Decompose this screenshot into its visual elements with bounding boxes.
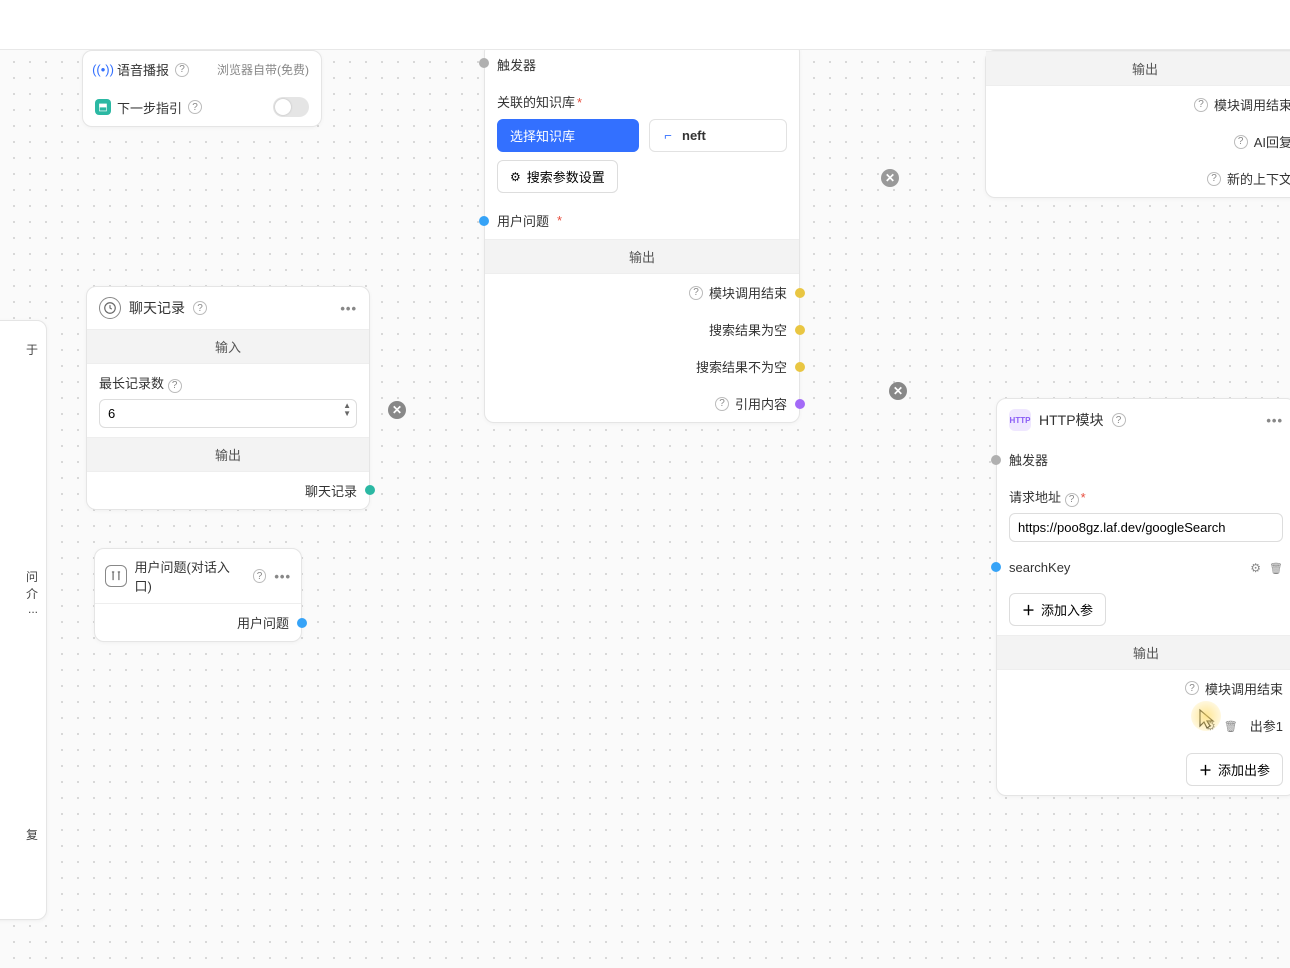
help-icon[interactable]: ? bbox=[253, 569, 267, 583]
http-param-name: searchKey bbox=[1009, 560, 1070, 575]
chat-output-header: 输出 bbox=[87, 437, 369, 472]
edge-delete-icon[interactable]: ✕ bbox=[881, 169, 899, 187]
chat-history-node[interactable]: 聊天记录 ? ••• 输入 最长记录数 ? ▲▼ 输出 聊天记录 bbox=[86, 286, 370, 510]
port-out-module-done[interactable] bbox=[795, 288, 805, 298]
max-records-label: 最长记录数 bbox=[99, 376, 164, 391]
user-question-node[interactable]: 用户问题(对话入口) ? ••• 用户问题 bbox=[94, 548, 302, 642]
http-module-done: 模块调用结束 bbox=[1205, 679, 1283, 698]
node-more-button[interactable]: ••• bbox=[274, 569, 291, 584]
edge-delete-icon[interactable]: ✕ bbox=[388, 401, 406, 419]
node-more-button[interactable]: ••• bbox=[1266, 413, 1283, 428]
select-kb-button[interactable]: 选择知识库 bbox=[497, 119, 639, 152]
out-ai-reply: AI回复 bbox=[1254, 132, 1290, 151]
port-out-citation[interactable] bbox=[795, 399, 805, 409]
gear-icon[interactable] bbox=[1250, 560, 1261, 575]
voice-value: 浏览器自带(免费) bbox=[217, 61, 309, 78]
kb-trigger-label: 触发器 bbox=[497, 55, 536, 74]
knowledge-base-node[interactable]: 触发器 关联的知识库* 选择知识库 ⌐ neft 搜索参数设置 用户问题* 输出… bbox=[484, 42, 800, 423]
kb-out-not-empty: 搜索结果不为空 bbox=[696, 357, 787, 376]
http-url-label: 请求地址 bbox=[1009, 490, 1061, 505]
trash-icon[interactable] bbox=[1224, 718, 1238, 733]
user-question-output: 用户问题 bbox=[237, 613, 289, 632]
fragment-text: 介 bbox=[0, 585, 38, 602]
help-icon[interactable]: ? bbox=[1207, 172, 1221, 186]
kb-user-question-label: 用户问题 bbox=[497, 211, 549, 230]
http-trigger-label: 触发器 bbox=[1009, 450, 1048, 469]
fragment-text: ... bbox=[0, 602, 38, 616]
clock-icon bbox=[99, 297, 121, 319]
kb-chip-icon: ⌐ bbox=[660, 128, 676, 144]
port-out-user-question[interactable] bbox=[297, 618, 307, 628]
port-in-user-question[interactable] bbox=[479, 216, 489, 226]
chat-input-header: 输入 bbox=[87, 329, 369, 364]
out-module-done: 模块调用结束 bbox=[1214, 95, 1290, 114]
http-icon: HTTP bbox=[1009, 409, 1031, 431]
fragment-text: 复 bbox=[0, 826, 38, 843]
out-new-context: 新的上下文 bbox=[1227, 169, 1290, 188]
kb-out-empty: 搜索结果为空 bbox=[709, 320, 787, 339]
http-out-param: 出参1 bbox=[1250, 716, 1283, 735]
http-module-node[interactable]: HTTP HTTP模块 ? ••• 触发器 请求地址 ?* searchKey … bbox=[996, 398, 1290, 796]
guide-icon: ⬒ bbox=[95, 99, 111, 115]
port-out-not-empty[interactable] bbox=[795, 362, 805, 372]
user-question-title: 用户问题(对话入口) bbox=[135, 557, 245, 595]
top-bar bbox=[0, 0, 1290, 50]
kb-out-module-done: 模块调用结束 bbox=[709, 283, 787, 302]
cursor-indicator bbox=[1198, 708, 1218, 728]
fragment-text: 于 bbox=[0, 341, 38, 358]
http-url-input[interactable] bbox=[1009, 513, 1283, 542]
help-icon[interactable]: ? bbox=[1194, 98, 1208, 112]
port-in-http-trigger[interactable] bbox=[991, 455, 1001, 465]
next-step-toggle[interactable] bbox=[273, 97, 309, 117]
output-header: 输出 bbox=[986, 51, 1290, 86]
node-more-button[interactable]: ••• bbox=[340, 301, 357, 316]
linked-kb-label: 关联的知识库 bbox=[497, 95, 575, 110]
help-icon[interactable]: ? bbox=[1065, 493, 1079, 507]
http-title: HTTP模块 bbox=[1039, 410, 1104, 430]
max-records-input[interactable] bbox=[99, 399, 357, 428]
help-icon[interactable]: ? bbox=[188, 100, 202, 114]
kb-out-citation: 引用内容 bbox=[735, 394, 787, 413]
help-icon[interactable]: ? bbox=[1185, 681, 1199, 695]
http-output-header: 输出 bbox=[997, 635, 1290, 670]
port-out-empty[interactable] bbox=[795, 325, 805, 335]
port-out-chat-history[interactable] bbox=[365, 485, 375, 495]
add-input-button[interactable]: 添加入参 bbox=[1009, 593, 1106, 626]
broadcast-icon: ((•)) bbox=[95, 62, 111, 78]
port-in-searchkey[interactable] bbox=[991, 562, 1001, 572]
fragment-text: 问 bbox=[0, 568, 38, 585]
help-icon[interactable]: ? bbox=[168, 379, 182, 393]
trash-icon[interactable] bbox=[1269, 560, 1283, 575]
text-input-icon bbox=[105, 565, 127, 587]
gear-icon bbox=[510, 169, 521, 184]
plus-icon bbox=[1199, 760, 1212, 779]
chat-output-label: 聊天记录 bbox=[305, 481, 357, 500]
help-icon[interactable]: ? bbox=[1112, 413, 1126, 427]
chat-history-title: 聊天记录 bbox=[129, 298, 185, 318]
voice-config-node[interactable]: ((•)) 语音播报 ? 浏览器自带(免费) ⬒ 下一步指引 ? bbox=[82, 50, 322, 127]
help-icon[interactable]: ? bbox=[193, 301, 207, 315]
help-icon[interactable]: ? bbox=[1234, 135, 1248, 149]
partial-left-node: 于 问 介 ... 复 bbox=[0, 320, 47, 920]
output-node[interactable]: 输出 ? 模块调用结束 ? AI回复 ? 新的上下文 bbox=[985, 50, 1290, 198]
voice-label: 语音播报 bbox=[117, 60, 169, 79]
plus-icon bbox=[1022, 600, 1035, 619]
add-output-button[interactable]: 添加出参 bbox=[1186, 753, 1283, 786]
port-in-trigger[interactable] bbox=[479, 58, 489, 68]
help-icon[interactable]: ? bbox=[689, 286, 703, 300]
next-step-label: 下一步指引 bbox=[117, 98, 182, 117]
help-icon[interactable]: ? bbox=[175, 63, 189, 77]
search-params-button[interactable]: 搜索参数设置 bbox=[497, 160, 618, 193]
stepper-arrows[interactable]: ▲▼ bbox=[343, 402, 351, 418]
edge-delete-icon[interactable]: ✕ bbox=[889, 382, 907, 400]
kb-chip[interactable]: ⌐ neft bbox=[649, 119, 787, 152]
kb-output-header: 输出 bbox=[485, 239, 799, 274]
help-icon[interactable]: ? bbox=[715, 397, 729, 411]
